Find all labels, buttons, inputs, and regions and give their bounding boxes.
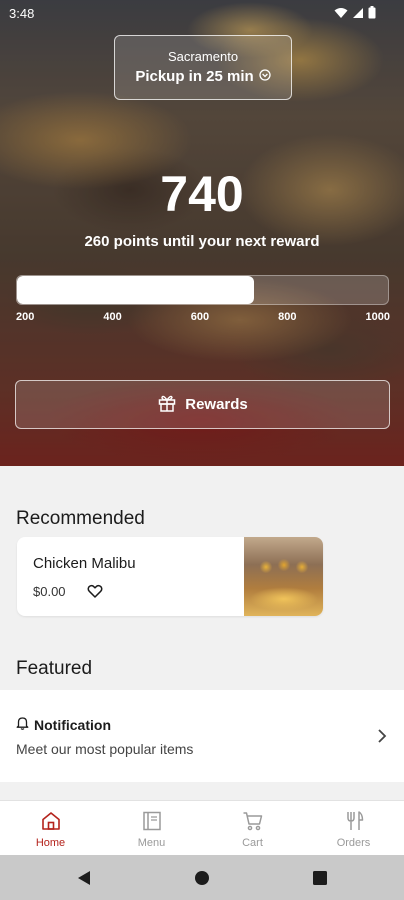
nav-home-label: Home — [35, 837, 66, 849]
rewards-hero: 3:48 Sacramento Pickup in 25 min 740 260… — [0, 0, 404, 466]
nav-cart[interactable]: Cart — [202, 801, 303, 855]
notification-title: Notification — [16, 716, 111, 733]
status-time: 3:48 — [9, 6, 35, 21]
scale-label: 200 — [16, 311, 35, 323]
home-circle-icon[interactable] — [193, 869, 211, 887]
pickup-time: Pickup in 25 min — [115, 68, 291, 85]
item-name: Chicken Malibu — [33, 555, 136, 572]
nav-menu[interactable]: Menu — [101, 801, 202, 855]
gift-icon — [157, 393, 177, 417]
rewards-button[interactable]: Rewards — [15, 380, 390, 429]
nav-home[interactable]: Home — [0, 801, 101, 855]
recents-icon[interactable] — [311, 869, 329, 887]
location-city: Sacramento — [167, 49, 239, 64]
bell-icon — [16, 716, 29, 733]
scale-label: 600 — [190, 311, 210, 323]
status-bar: 3:48 — [0, 0, 404, 26]
wifi-icon — [334, 7, 348, 22]
home-icon — [40, 810, 62, 832]
scale-label: 400 — [103, 311, 122, 323]
battery-icon — [368, 6, 376, 22]
nav-orders[interactable]: Orders — [303, 801, 404, 855]
pickup-location-selector[interactable]: Sacramento Pickup in 25 min — [114, 35, 292, 100]
points-balance: 740 — [160, 166, 244, 222]
item-price: $0.00 — [33, 584, 66, 599]
notification-subtitle: Meet our most popular items — [16, 741, 194, 757]
scale-label: 800 — [278, 311, 297, 323]
recommended-heading: Recommended — [16, 508, 145, 529]
featured-heading: Featured — [16, 658, 93, 679]
fork-knife-icon — [343, 810, 365, 832]
status-icons — [334, 6, 376, 22]
signal-icon — [352, 7, 364, 22]
system-navigation-bar — [0, 855, 404, 900]
scale-label: 1000 — [365, 311, 390, 323]
bottom-navigation: Home Menu Cart Orders — [0, 800, 404, 855]
cart-icon — [242, 810, 264, 832]
item-image — [244, 537, 323, 616]
back-icon[interactable] — [75, 869, 93, 887]
heart-icon[interactable] — [87, 583, 103, 599]
rewards-progress-fill — [17, 276, 255, 304]
rewards-progress-bar — [16, 275, 389, 305]
nav-orders-label: Orders — [336, 837, 371, 849]
home-content: Recommended Chicken Malibu $0.00 Feature… — [0, 466, 404, 800]
nav-cart-label: Cart — [242, 837, 263, 849]
rewards-button-label: Rewards — [185, 396, 248, 413]
chevron-right-icon — [377, 728, 387, 744]
featured-notification-row[interactable]: Notification Meet our most popular items — [0, 690, 404, 782]
pickup-time-label: Pickup in 25 min — [135, 68, 254, 85]
nav-menu-label: Menu — [137, 837, 166, 849]
notification-title-label: Notification — [34, 716, 111, 733]
recommended-item-card[interactable]: Chicken Malibu $0.00 — [17, 537, 323, 616]
chevron-down-circle-icon — [259, 68, 271, 85]
rewards-scale: 200 400 600 800 1000 — [16, 311, 390, 323]
points-until-reward: 260 points until your next reward — [84, 233, 320, 250]
menu-book-icon — [141, 810, 163, 832]
